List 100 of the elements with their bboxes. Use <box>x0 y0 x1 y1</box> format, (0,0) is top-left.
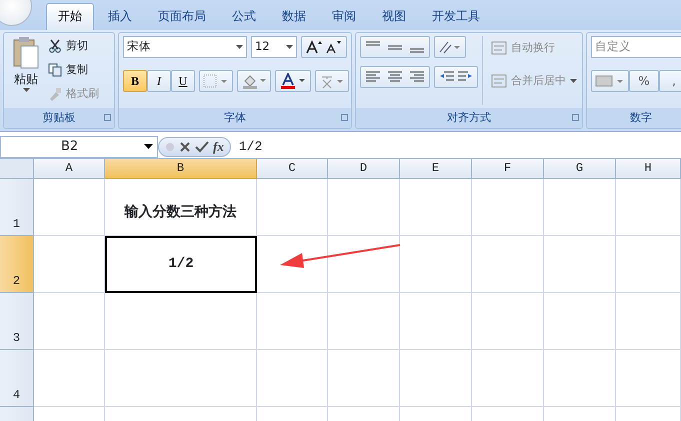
number-format-button[interactable]: , <box>659 70 681 92</box>
formula-input[interactable]: 1/2 <box>230 136 681 156</box>
grid-cell[interactable] <box>105 350 257 407</box>
caret-icon <box>570 78 577 83</box>
column-header[interactable]: F <box>472 159 544 179</box>
grid-cell[interactable] <box>616 293 681 350</box>
grid-cell[interactable] <box>472 293 544 350</box>
column-header[interactable]: A <box>34 159 105 179</box>
column-header[interactable]: E <box>400 159 472 179</box>
grid-cell[interactable] <box>616 179 681 236</box>
wrap-text-icon <box>491 41 507 56</box>
command-label: 复制 <box>66 62 88 78</box>
vertical-align-buttons[interactable] <box>360 36 430 58</box>
clipboard-command[interactable]: 剪切 <box>48 36 99 56</box>
column-header[interactable]: D <box>328 159 400 179</box>
clipboard-icon <box>12 36 40 70</box>
dialog-launcher-icon[interactable] <box>104 114 111 121</box>
row-header[interactable]: 3 <box>0 293 34 350</box>
command-label: 自动换行 <box>511 40 555 56</box>
group-title: 字体 <box>224 111 246 124</box>
fill-color-button[interactable] <box>237 70 271 92</box>
group-title: 剪贴板 <box>42 111 76 124</box>
font-color-button[interactable] <box>275 70 311 92</box>
dialog-launcher-icon[interactable] <box>341 114 348 121</box>
table-cell[interactable]: 输入分数三种方法 <box>105 179 257 236</box>
group-title: 对齐方式 <box>447 111 491 124</box>
caret-icon[interactable] <box>236 45 243 49</box>
ribbon-tab[interactable]: 视图 <box>370 3 418 30</box>
grid-cell[interactable] <box>34 350 105 407</box>
check-icon[interactable] <box>195 140 209 152</box>
font-grow-shrink-button[interactable] <box>301 36 347 58</box>
copy-icon <box>48 63 62 77</box>
row-header[interactable] <box>0 407 34 421</box>
grid-cell[interactable] <box>544 179 616 236</box>
grid-cell[interactable] <box>400 236 472 293</box>
group-title: 数字 <box>630 111 652 124</box>
caret-icon[interactable] <box>144 144 153 149</box>
ribbon-tab[interactable]: 审阅 <box>320 3 368 30</box>
grid-cell[interactable] <box>472 179 544 236</box>
brush-icon <box>48 87 62 101</box>
grid-cell[interactable] <box>472 350 544 407</box>
select-all-button[interactable] <box>0 159 34 179</box>
insert-function-button[interactable]: fx <box>213 136 224 156</box>
number-format-field[interactable]: 自定义 <box>591 36 681 58</box>
clipboard-command[interactable]: 复制 <box>48 60 99 80</box>
grid-cell[interactable] <box>34 179 105 236</box>
grid-cell[interactable] <box>34 293 105 350</box>
grid-cell[interactable] <box>328 293 400 350</box>
column-header[interactable]: B <box>105 159 257 179</box>
grid-cell[interactable] <box>544 350 616 407</box>
border-button[interactable] <box>199 70 233 92</box>
grid-cell[interactable] <box>105 293 257 350</box>
grid-cell[interactable] <box>616 350 681 407</box>
name-box[interactable]: B2 <box>0 136 158 158</box>
grid-cell[interactable] <box>328 236 400 293</box>
grid-cell[interactable] <box>616 236 681 293</box>
grid-cell[interactable] <box>400 293 472 350</box>
font-style-button[interactable]: I <box>147 70 171 92</box>
grid-cell[interactable] <box>257 293 328 350</box>
command-label: 格式刷 <box>66 86 99 102</box>
column-header[interactable]: C <box>257 159 328 179</box>
row-header[interactable]: 1 <box>0 179 34 236</box>
column-header[interactable]: H <box>616 159 681 179</box>
cancel-icon[interactable] <box>179 140 191 152</box>
row-header[interactable]: 4 <box>0 350 34 407</box>
indent-buttons[interactable] <box>434 66 478 88</box>
horizontal-align-buttons[interactable] <box>360 66 430 88</box>
grid-cell[interactable] <box>34 236 105 293</box>
ribbon-tab[interactable]: 数据 <box>270 3 318 30</box>
grid-cell[interactable] <box>544 293 616 350</box>
ribbon-tab[interactable]: 开始 <box>46 3 94 30</box>
grid-cell[interactable] <box>257 350 328 407</box>
grid-cell[interactable] <box>400 179 472 236</box>
grid-cell[interactable] <box>328 179 400 236</box>
grid-cell[interactable] <box>544 236 616 293</box>
command-label: 剪切 <box>66 38 88 54</box>
circle-icon <box>165 142 175 152</box>
ribbon-tab[interactable]: 开发工具 <box>420 3 492 30</box>
ribbon-tab[interactable]: 插入 <box>96 3 144 30</box>
active-cell[interactable]: 1/2 <box>105 236 257 293</box>
caret-icon[interactable] <box>286 45 293 49</box>
column-header[interactable]: G <box>544 159 616 179</box>
paste-button[interactable]: 粘贴 <box>8 36 44 105</box>
ribbon-tab[interactable]: 公式 <box>220 3 268 30</box>
font-style-button[interactable]: U <box>171 70 195 92</box>
currency-format-icon[interactable] <box>591 70 629 92</box>
font-style-button[interactable]: B <box>123 70 147 92</box>
grid-cell[interactable] <box>328 350 400 407</box>
grid-cell[interactable] <box>472 236 544 293</box>
ribbon-tab[interactable]: 页面布局 <box>146 3 218 30</box>
row-header[interactable]: 2 <box>0 236 34 293</box>
command-label: 合并后居中 <box>511 72 566 88</box>
font-name-field[interactable]: 宋体 <box>123 36 247 58</box>
number-format-button[interactable]: % <box>629 70 659 92</box>
grid-cell[interactable] <box>257 179 328 236</box>
text-orientation-icon[interactable] <box>434 36 466 58</box>
merge-cells-icon <box>491 74 507 88</box>
font-size-field[interactable]: 12 <box>250 36 297 58</box>
grid-cell[interactable] <box>400 350 472 407</box>
dialog-launcher-icon[interactable] <box>572 114 579 121</box>
